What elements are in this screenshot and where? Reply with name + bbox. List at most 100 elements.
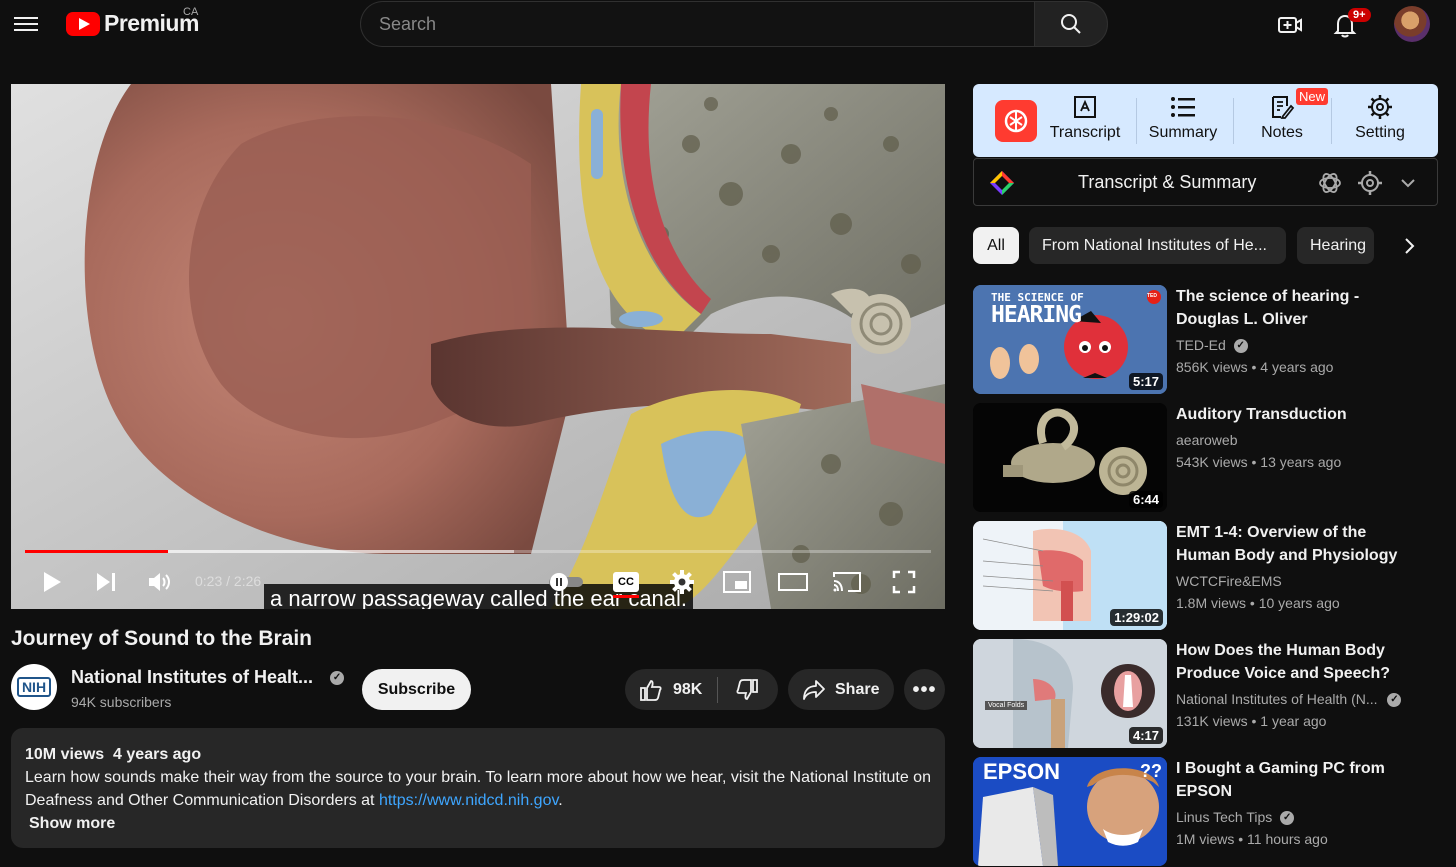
rec-video-item[interactable]: Vocal Folds 4:17 How Does the Human Body… (973, 639, 1443, 749)
rec-channel[interactable]: National Institutes of Health (N... ✓ (1176, 691, 1402, 708)
rec-meta: 1.8M views • 10 years ago (1176, 595, 1340, 611)
channel-name[interactable]: National Institutes of Healt... ✓ (71, 667, 345, 688)
menu-icon[interactable] (14, 14, 38, 34)
more-actions-button[interactable]: ••• (904, 669, 945, 710)
chevron-right-icon[interactable] (1400, 236, 1420, 256)
youtube-play-icon (66, 11, 100, 36)
rec-video-item[interactable]: 6:44 Auditory Transduction aearoweb 543K… (973, 403, 1443, 513)
rec-channel-name: aearoweb (1176, 432, 1238, 448)
rec-video-item[interactable]: EPSON ?? I Bought a Gaming PC from EPSON… (973, 757, 1443, 867)
rec-channel-name: Linus Tech Tips (1176, 809, 1273, 825)
tab-divider (1136, 98, 1137, 144)
chevron-down-icon[interactable] (1400, 175, 1416, 191)
settings-gear-icon[interactable] (1357, 170, 1383, 196)
nidcd-link[interactable]: https://www.nidcd.nih.gov (379, 792, 558, 809)
gear-icon (1368, 95, 1392, 119)
list-icon (1171, 97, 1195, 117)
progress-played (25, 550, 168, 553)
openai-icon[interactable] (1317, 170, 1343, 196)
create-video-icon[interactable] (1277, 12, 1303, 38)
theater-mode-button[interactable] (777, 567, 809, 597)
rec-thumbnail[interactable]: 1:29:02 (973, 521, 1167, 630)
search-placeholder: Search (379, 13, 437, 34)
tab-transcript[interactable]: Transcript (1040, 94, 1130, 148)
miniplayer-button[interactable] (721, 567, 753, 597)
rec-thumbnail[interactable]: EPSON ?? (973, 757, 1167, 866)
chip-hearing[interactable]: Hearing (1297, 227, 1374, 264)
chip-all[interactable]: All (973, 227, 1019, 264)
fullscreen-button[interactable] (889, 567, 919, 597)
transcript-summary-title: Transcript & Summary (1078, 172, 1257, 192)
volume-button[interactable] (145, 567, 175, 597)
tab-divider (1233, 98, 1234, 144)
tab-summary[interactable]: Summary (1138, 94, 1228, 148)
subscriber-count: 94K subscribers (71, 694, 172, 710)
verified-check-icon: ✓ (1387, 693, 1402, 708)
rec-title[interactable]: Auditory Transduction (1176, 403, 1412, 426)
next-button[interactable] (91, 567, 121, 597)
video-title: Journey of Sound to the Brain (11, 627, 313, 650)
user-avatar[interactable] (1394, 6, 1430, 42)
rec-title[interactable]: I Bought a Gaming PC from EPSON (1176, 757, 1412, 803)
rec-channel[interactable]: aearoweb (1176, 432, 1238, 448)
extension-logo-icon[interactable] (995, 100, 1037, 142)
rec-title[interactable]: The science of hearing - Douglas L. Oliv… (1176, 285, 1412, 331)
rec-thumbnail[interactable]: Vocal Folds 4:17 (973, 639, 1167, 748)
rec-title[interactable]: How Does the Human Body Produce Voice an… (1176, 639, 1412, 685)
tab-setting-label: Setting (1355, 124, 1405, 141)
subscribe-button[interactable]: Subscribe (362, 669, 471, 710)
tab-setting[interactable]: Setting (1335, 94, 1425, 148)
rec-views: 1.8M views (1176, 595, 1247, 611)
view-stats: 10M views 4 years ago (25, 746, 202, 763)
rec-video-item[interactable]: 1:29:02 EMT 1-4: Overview of the Human B… (973, 521, 1443, 631)
tab-notes-label: Notes (1261, 124, 1303, 141)
settings-button[interactable] (667, 567, 697, 597)
rec-age: 4 years ago (1260, 359, 1334, 375)
channel-avatar[interactable]: NIH (11, 664, 57, 710)
rec-meta: 1M views • 11 hours ago (1176, 831, 1328, 847)
rec-thumbnail[interactable]: THE SCIENCE OF HEARING TED 5:17 (973, 285, 1167, 394)
gear-icon (670, 570, 694, 594)
tab-transcript-label: Transcript (1049, 124, 1121, 141)
thumb-epson-text: EPSON (983, 759, 1061, 784)
rec-channel[interactable]: TED-Ed ✓ (1176, 337, 1248, 354)
rec-channel[interactable]: WCTCFire&EMS (1176, 573, 1282, 589)
rec-age: 13 years ago (1260, 454, 1342, 470)
rec-title[interactable]: EMT 1-4: Overview of the Human Body and … (1176, 521, 1412, 567)
search-input[interactable]: Search (360, 1, 1036, 47)
cc-label: CC (618, 576, 634, 588)
rec-views: 1M views (1176, 831, 1235, 847)
volume-icon (149, 573, 170, 591)
description-box[interactable]: 10M views 4 years ago Learn how sounds m… (11, 728, 945, 848)
notes-icon (1272, 96, 1295, 119)
thumbs-down-icon (736, 678, 758, 700)
thumb-question-text: ?? (1140, 761, 1162, 781)
dislike-button[interactable] (718, 669, 776, 710)
youtube-premium-logo[interactable]: Premium (66, 10, 199, 37)
rec-thumbnail[interactable]: 6:44 (973, 403, 1167, 512)
cast-button[interactable] (831, 567, 863, 597)
rec-channel[interactable]: Linus Tech Tips ✓ (1176, 809, 1295, 826)
share-button[interactable]: Share (788, 669, 894, 710)
time-display: 0:23 / 2:26 (195, 573, 262, 589)
video-duration: 1:29:02 (1110, 609, 1163, 626)
autoplay-toggle[interactable] (547, 567, 585, 597)
transcript-summary-header[interactable]: Transcript & Summary (973, 158, 1438, 206)
tab-divider (1331, 98, 1332, 144)
subtitles-button[interactable]: CC (611, 567, 641, 598)
show-more-button[interactable]: Show more (29, 812, 931, 835)
search-icon (1061, 14, 1081, 34)
description-end: . (558, 792, 563, 809)
ai-knot-icon (1004, 109, 1028, 133)
rec-video-item[interactable]: THE SCIENCE OF HEARING TED 5:17 The scie… (973, 285, 1443, 395)
rec-meta: 131K views • 1 year ago (1176, 713, 1327, 729)
search-button[interactable] (1034, 1, 1108, 47)
rec-meta: 543K views • 13 years ago (1176, 454, 1342, 470)
video-player[interactable]: a narrow passageway called the ear canal… (11, 84, 945, 609)
play-button[interactable] (37, 567, 67, 597)
chip-from-channel[interactable]: From National Institutes of He... (1029, 227, 1286, 264)
like-button[interactable]: 98K (625, 669, 717, 710)
thumbs-up-icon (640, 679, 662, 701)
rec-channel-name: National Institutes of Health (N... (1176, 691, 1378, 707)
region-label: CA (183, 6, 199, 18)
